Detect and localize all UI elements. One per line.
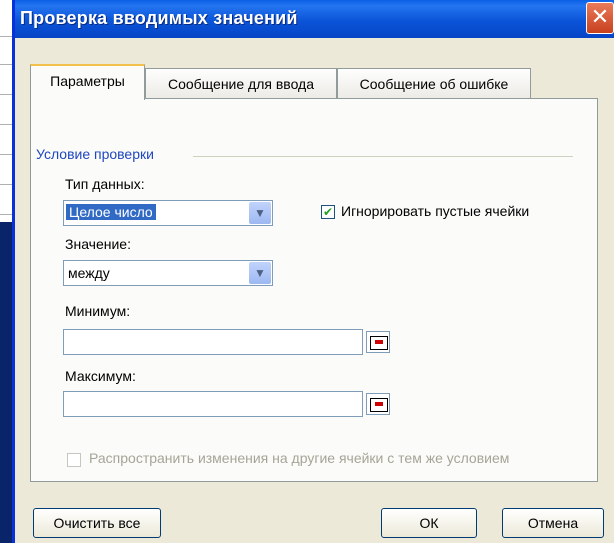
data-operator-value: между bbox=[68, 265, 110, 281]
chevron-down-icon[interactable]: ▼ bbox=[249, 262, 271, 284]
window-edge bbox=[0, 222, 12, 543]
collapse-dialog-button-minimum[interactable] bbox=[366, 331, 390, 353]
tab-settings-label: Параметры bbox=[50, 73, 125, 89]
collapse-dialog-icon-accent bbox=[375, 340, 383, 344]
spreadsheet-background bbox=[0, 0, 12, 222]
apply-to-all-checkbox[interactable] bbox=[67, 453, 81, 467]
data-type-label: Тип данных: bbox=[65, 176, 145, 192]
tab-error-alert[interactable]: Сообщение об ошибке bbox=[337, 68, 531, 98]
close-button[interactable]: ✕ bbox=[586, 2, 614, 34]
tab-settings[interactable]: Параметры bbox=[30, 64, 145, 100]
apply-to-all-label: Распространить изменения на другие ячейк… bbox=[89, 450, 510, 466]
data-validation-dialog: Проверка вводимых значений ✕ Параметры С… bbox=[12, 0, 614, 543]
minimum-input[interactable] bbox=[63, 329, 363, 355]
check-icon: ✔ bbox=[322, 205, 334, 219]
clear-all-label: Очистить все bbox=[53, 515, 141, 531]
tab-input-message-label: Сообщение для ввода bbox=[167, 76, 315, 92]
ignore-blank-label: Игнорировать пустые ячейки bbox=[341, 203, 530, 219]
tab-input-message[interactable]: Сообщение для ввода bbox=[145, 68, 337, 98]
maximum-label: Максимум: bbox=[65, 368, 136, 384]
ignore-blank-checkbox[interactable]: ✔ bbox=[321, 205, 335, 219]
maximum-input[interactable] bbox=[63, 391, 363, 417]
cancel-button[interactable]: Отмена bbox=[502, 508, 604, 538]
close-icon: ✕ bbox=[590, 4, 610, 29]
minimum-label: Минимум: bbox=[65, 303, 131, 319]
data-type-select[interactable]: Целое число ▼ bbox=[63, 200, 273, 226]
cancel-label: Отмена bbox=[527, 515, 579, 531]
data-operator-select[interactable]: между ▼ bbox=[63, 260, 273, 286]
tab-error-alert-label: Сообщение об ошибке bbox=[359, 76, 509, 92]
collapse-dialog-button-maximum[interactable] bbox=[366, 393, 390, 415]
ok-label: ОК bbox=[419, 515, 439, 531]
validation-criteria-group-label: Условие проверки bbox=[36, 146, 154, 162]
group-divider bbox=[193, 156, 573, 157]
clear-all-button[interactable]: Очистить все bbox=[33, 508, 161, 538]
collapse-dialog-icon-accent bbox=[375, 402, 383, 406]
ok-button[interactable]: ОК bbox=[381, 508, 477, 538]
data-type-value: Целое число bbox=[66, 204, 156, 220]
data-label: Значение: bbox=[65, 236, 131, 252]
chevron-down-icon[interactable]: ▼ bbox=[249, 202, 271, 224]
title-bar[interactable]: Проверка вводимых значений ✕ bbox=[15, 0, 614, 38]
dialog-title: Проверка вводимых значений bbox=[20, 8, 298, 28]
